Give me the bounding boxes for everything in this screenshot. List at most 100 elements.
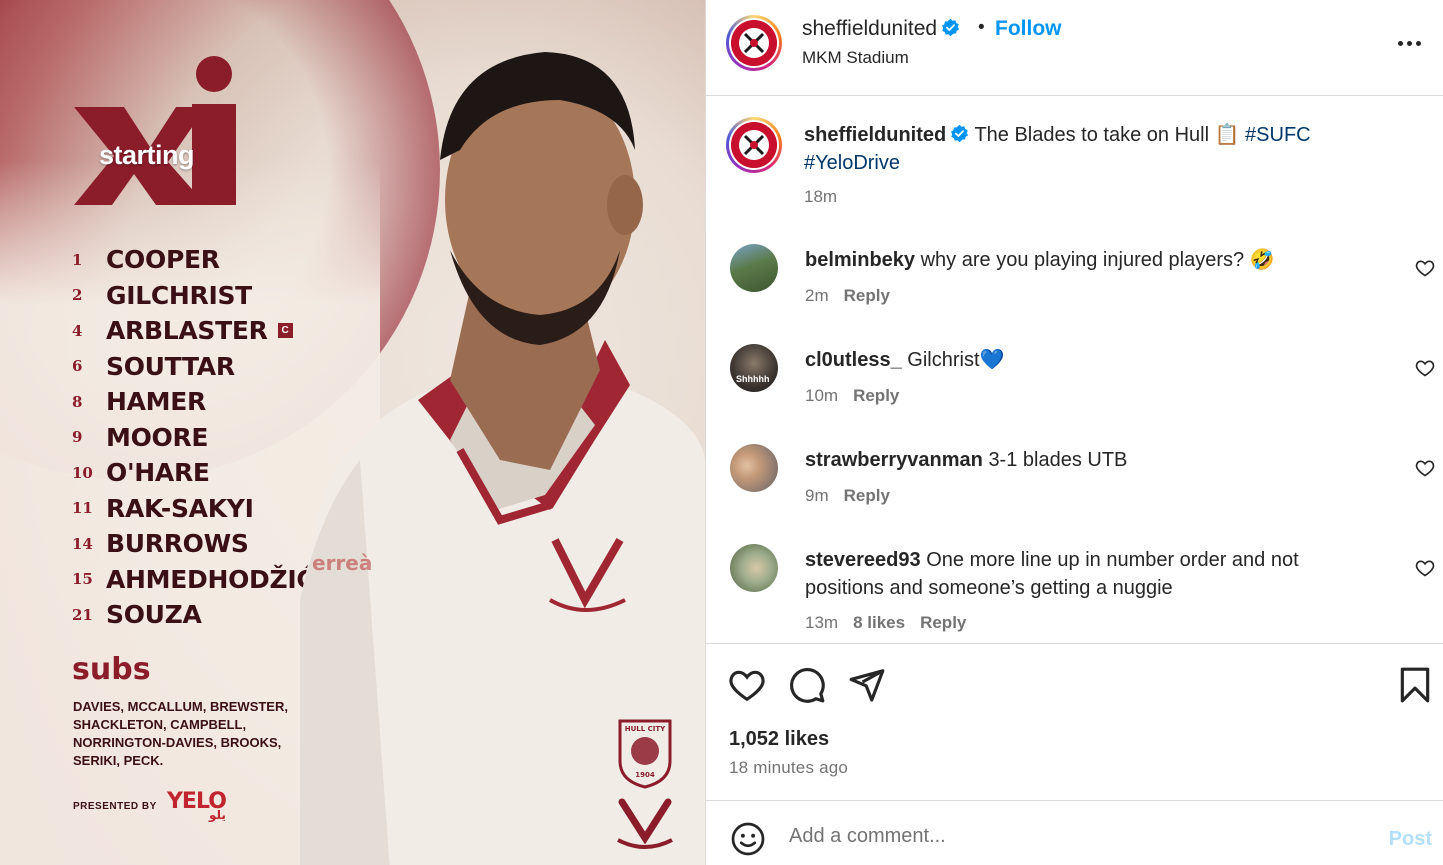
comment-likes[interactable]: 8 likes xyxy=(853,613,905,632)
shirt-number: 9 xyxy=(72,428,83,447)
lineup-row: 15 AHMEDHODŽIĆ xyxy=(72,562,315,598)
lineup-row: 14 BURROWS xyxy=(72,526,314,562)
location-link[interactable]: MKM Stadium xyxy=(802,48,909,68)
lineup-row: 21 SOUZA xyxy=(72,597,314,633)
bookmark-save-icon[interactable] xyxy=(1396,666,1434,704)
shirt-number: 11 xyxy=(72,499,93,518)
comment-body: 3-1 blades UTB xyxy=(988,449,1128,471)
post-author[interactable]: sheffieldunited xyxy=(802,17,960,41)
shirt-number: 14 xyxy=(72,534,93,553)
lineup-row: 11 RAK-SAKYI xyxy=(72,491,314,527)
lineup-row: 6 SOUTTAR xyxy=(72,349,314,385)
caption-timestamp[interactable]: 18m xyxy=(804,187,837,207)
verified-badge-icon xyxy=(951,124,969,143)
captain-badge: C xyxy=(277,323,293,339)
sponsor-logo: YELO يلو xyxy=(167,789,227,822)
player-name: HAMER xyxy=(106,387,206,417)
caption-avatar[interactable] xyxy=(726,117,782,173)
like-heart-icon[interactable] xyxy=(728,666,766,704)
post-image[interactable]: starting 1 COOPER 2 GILCHRIST 4 ARBLASTER C … xyxy=(0,0,705,865)
follow-button[interactable]: Follow xyxy=(995,17,1062,41)
profile-avatar[interactable] xyxy=(726,15,782,71)
comment-body: why are you playing injured players? 🤣 xyxy=(920,249,1275,271)
shirt-number: 4 xyxy=(72,321,83,340)
comment-avatar[interactable] xyxy=(730,544,778,592)
comment-input[interactable] xyxy=(789,825,1369,848)
separator-dot: • xyxy=(978,17,985,38)
comment-meta: 9m Reply xyxy=(805,486,905,506)
lineup-row: 10 O'HARE xyxy=(72,455,314,491)
reply-button[interactable]: Reply xyxy=(844,486,890,505)
player-name: RAK-SAKYI xyxy=(106,493,254,523)
reply-button[interactable]: Reply xyxy=(844,286,890,305)
comment-avatar[interactable]: Shhhhh xyxy=(730,344,778,392)
caption-body: The Blades to take on Hull 📋 xyxy=(974,124,1240,146)
comment-meta: 13m 8 likes Reply xyxy=(805,613,981,633)
hull-city-badge: HULL CITY 1904 xyxy=(616,717,674,789)
add-comment-bar: Post xyxy=(706,800,1443,865)
more-options-icon[interactable] xyxy=(1389,28,1429,58)
shirt-number: 15 xyxy=(72,570,93,589)
hashtag-link[interactable]: #SUFC xyxy=(1245,124,1311,146)
comment-avatar-caption: Shhhhh xyxy=(736,374,770,384)
share-send-icon[interactable] xyxy=(848,666,886,704)
player-name: O'HARE xyxy=(106,458,210,488)
starting-word: starting xyxy=(99,140,195,170)
hull-badge-year: 1904 xyxy=(635,771,655,779)
shirt-number: 1 xyxy=(72,250,83,269)
comment-time[interactable]: 2m xyxy=(805,286,829,305)
player-name: SOUZA xyxy=(106,600,202,630)
comment-text: stevereed93 One more line up in number o… xyxy=(805,546,1335,602)
caption-username[interactable]: sheffieldunited xyxy=(804,124,946,146)
comment-like-heart-icon[interactable] xyxy=(1415,458,1435,478)
comment-bubble-icon[interactable] xyxy=(788,666,826,704)
comment-avatar[interactable] xyxy=(730,444,778,492)
comments-section[interactable]: sheffieldunited The Blades to take on Hu… xyxy=(706,97,1443,643)
player-name: ARBLASTER xyxy=(106,316,268,346)
comment-username[interactable]: strawberryvanman xyxy=(805,449,983,471)
lineup-row: 8 HAMER xyxy=(72,384,314,420)
verified-badge-icon xyxy=(942,18,960,37)
hull-badge-text: HULL CITY xyxy=(625,725,666,733)
comment-avatar[interactable] xyxy=(730,244,778,292)
comment-username[interactable]: stevereed93 xyxy=(805,549,921,571)
lineup-row: 1 COOPER xyxy=(72,242,314,278)
post-actions: 1,052 likes 18 minutes ago xyxy=(706,643,1443,800)
comment-username[interactable]: cl0utless_ xyxy=(805,349,902,371)
subs-heading: subs xyxy=(72,652,151,687)
player-name: BURROWS xyxy=(106,529,249,559)
reply-button[interactable]: Reply xyxy=(853,386,899,405)
lineup-row: 9 MOORE xyxy=(72,420,314,456)
player-name: SOUTTAR xyxy=(106,351,235,381)
comment-username[interactable]: belminbeky xyxy=(805,249,915,271)
lineup-list: 1 COOPER 2 GILCHRIST 4 ARBLASTER C 6 SOUTTAR … xyxy=(72,242,315,633)
hashtag-link[interactable]: #YeloDrive xyxy=(804,152,900,174)
post-time[interactable]: 18 minutes ago xyxy=(729,758,848,778)
comment-text: belminbeky why are you playing injured p… xyxy=(805,246,1335,274)
lineup-row: 4 ARBLASTER C xyxy=(72,313,314,349)
blades-crossed-swords-logo xyxy=(614,798,676,850)
comment-text: strawberryvanman 3-1 blades UTB xyxy=(805,446,1335,474)
svg-text:erreà: erreà xyxy=(312,551,372,575)
post-author-username[interactable]: sheffieldunited xyxy=(802,17,937,40)
like-count[interactable]: 1,052 likes xyxy=(729,728,829,751)
comment-like-heart-icon[interactable] xyxy=(1415,258,1435,278)
comment-meta: 2m Reply xyxy=(805,286,905,306)
post-comment-button[interactable]: Post xyxy=(1389,828,1432,851)
comment-like-heart-icon[interactable] xyxy=(1415,358,1435,378)
caption-text: sheffieldunited The Blades to take on Hu… xyxy=(804,121,1364,177)
comment-body: Gilchrist💙 xyxy=(907,349,1005,371)
shirt-number: 10 xyxy=(72,463,93,482)
post-sidebar: sheffieldunited • Follow MKM Stadium she… xyxy=(705,0,1443,865)
xi-logo xyxy=(72,52,242,207)
sheffield-crest-icon xyxy=(731,122,777,168)
lineup-row: 2 GILCHRIST xyxy=(72,278,314,314)
reply-button[interactable]: Reply xyxy=(920,613,966,632)
comment-time[interactable]: 10m xyxy=(805,386,838,405)
comment-time[interactable]: 9m xyxy=(805,486,829,505)
comment-like-heart-icon[interactable] xyxy=(1415,558,1435,578)
comment-time[interactable]: 13m xyxy=(805,613,838,632)
subs-list: DAVIES, MCCALLUM, BREWSTER, SHACKLETON, … xyxy=(73,699,288,768)
shirt-number: 6 xyxy=(72,357,83,376)
emoji-icon[interactable] xyxy=(730,821,766,857)
